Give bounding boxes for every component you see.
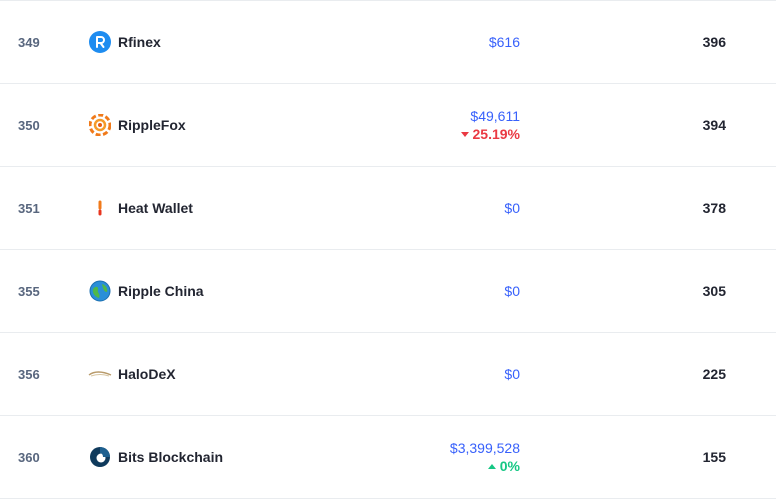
volume-value: $616 <box>488 34 520 50</box>
exchange-name-link[interactable]: RippleFox <box>118 117 186 133</box>
rank: 350 <box>18 117 40 133</box>
volume-cell: $0 <box>504 250 520 332</box>
exchange-name-link[interactable]: HaloDeX <box>118 366 176 382</box>
table-row[interactable]: 360 Bits Blockchain $3,399,528 0% 155 <box>0 416 776 499</box>
volume-cell: $0 <box>504 167 520 249</box>
volume-value: $0 <box>504 283 520 299</box>
volume-value: $3,399,528 <box>449 440 520 456</box>
score: 378 <box>702 200 726 216</box>
rank: 356 <box>18 366 40 382</box>
volume-value: $49,611 <box>470 108 520 124</box>
volume-value: $0 <box>504 366 520 382</box>
volume-change: 0% <box>487 458 520 474</box>
score: 225 <box>702 366 726 382</box>
exchange-name-link[interactable]: Rfinex <box>118 34 161 50</box>
caret-down-icon <box>460 131 469 137</box>
ripple-china-logo-icon <box>88 279 112 303</box>
table-row[interactable]: 351 Heat Wallet $0 378 <box>0 167 776 250</box>
halodex-logo-icon <box>88 362 112 386</box>
exchange-name-cell[interactable]: Rfinex <box>88 1 161 83</box>
exchange-name-cell[interactable]: HaloDeX <box>88 333 176 415</box>
exchange-name-link[interactable]: Ripple China <box>118 283 204 299</box>
heat-wallet-logo-icon <box>88 196 112 220</box>
score: 394 <box>702 117 726 133</box>
rank: 349 <box>18 34 40 50</box>
volume-change-value: 0% <box>499 458 520 474</box>
exchange-name-cell[interactable]: Heat Wallet <box>88 167 193 249</box>
rank: 351 <box>18 200 40 216</box>
caret-up-icon <box>487 463 496 469</box>
exchange-name-link[interactable]: Bits Blockchain <box>118 449 223 465</box>
bits-blockchain-logo-icon <box>88 445 112 469</box>
volume-value: $0 <box>504 200 520 216</box>
exchange-name-link[interactable]: Heat Wallet <box>118 200 193 216</box>
score: 396 <box>702 34 726 50</box>
volume-cell: $49,611 25.19% <box>460 84 520 166</box>
ripplefox-logo-icon <box>88 113 112 137</box>
table-row[interactable]: 356 HaloDeX $0 225 <box>0 333 776 416</box>
table-row[interactable]: 355 Ripple China $0 305 <box>0 250 776 333</box>
volume-change: 25.19% <box>460 126 520 142</box>
exchange-name-cell[interactable]: RippleFox <box>88 84 186 166</box>
volume-cell: $616 <box>489 1 520 83</box>
score: 305 <box>702 283 726 299</box>
exchange-name-cell[interactable]: Bits Blockchain <box>88 416 223 498</box>
rank: 360 <box>18 449 40 465</box>
volume-change-value: 25.19% <box>472 126 520 142</box>
rfinex-logo-icon <box>88 30 112 54</box>
volume-cell: $0 <box>504 333 520 415</box>
score: 155 <box>702 449 726 465</box>
rank: 355 <box>18 283 40 299</box>
volume-cell: $3,399,528 0% <box>450 416 520 498</box>
exchange-table: 349 Rfinex $616 396 350 RippleFox $49,61… <box>0 0 776 499</box>
table-row[interactable]: 350 RippleFox $49,611 25.19% 394 <box>0 84 776 167</box>
table-row[interactable]: 349 Rfinex $616 396 <box>0 0 776 84</box>
exchange-name-cell[interactable]: Ripple China <box>88 250 204 332</box>
